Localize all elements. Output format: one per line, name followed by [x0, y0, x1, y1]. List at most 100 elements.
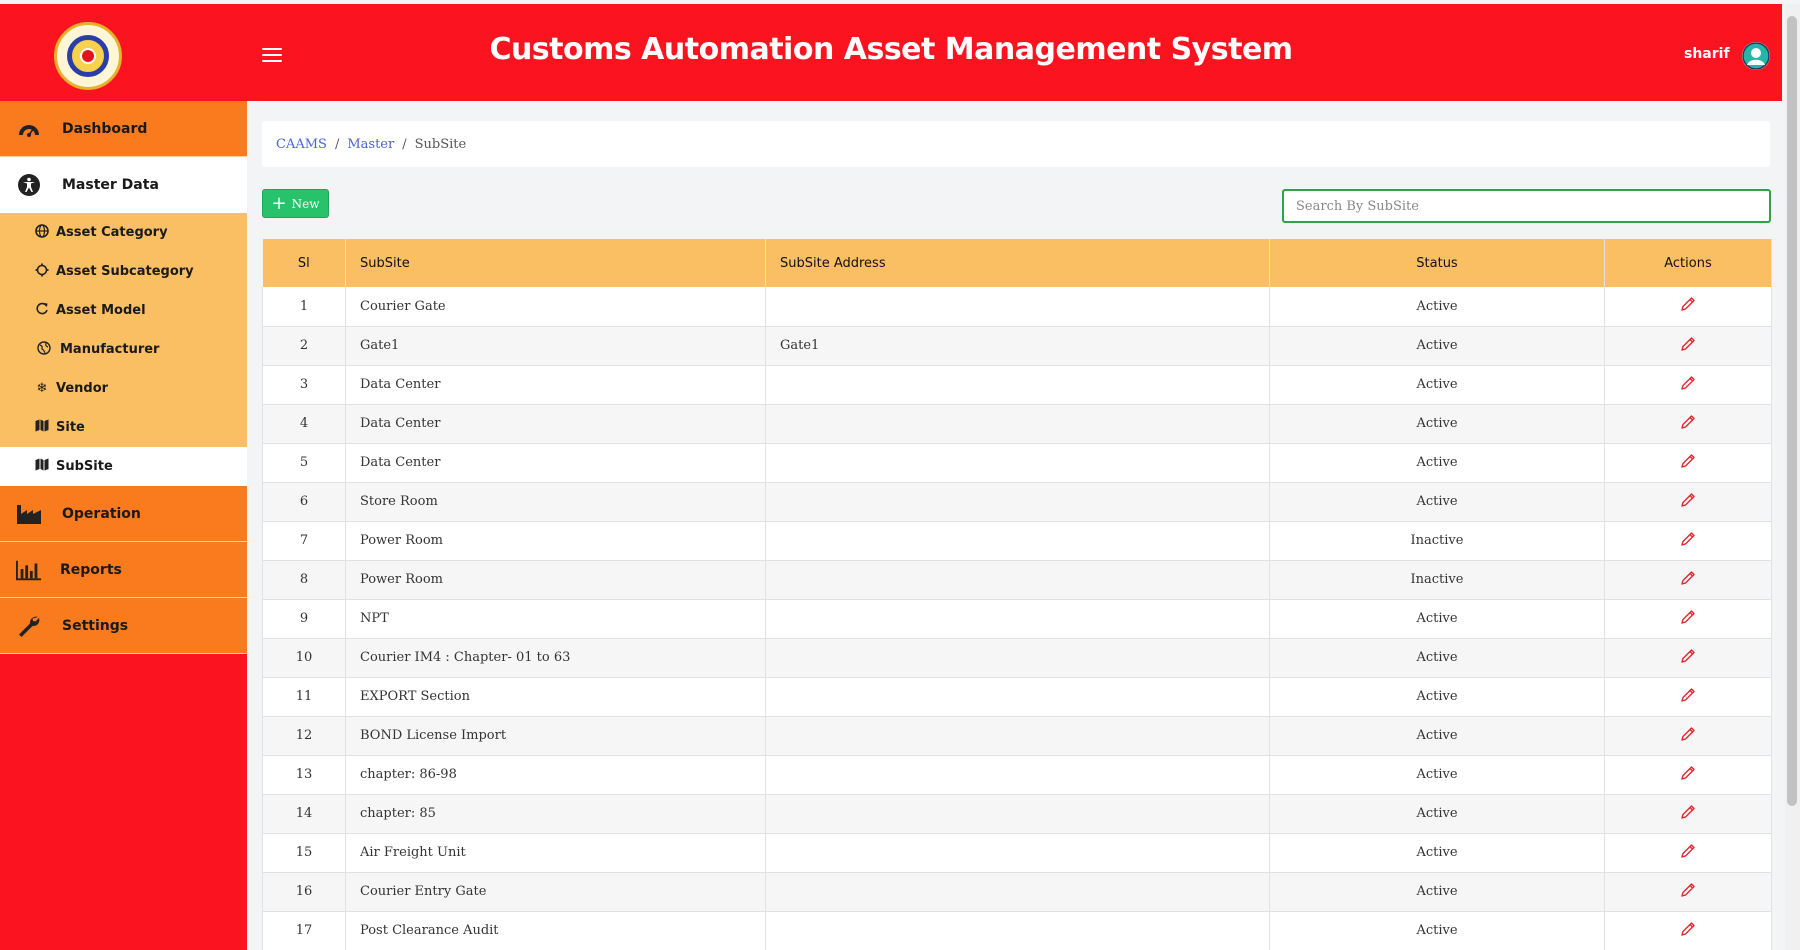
- cell-subsite: Power Room: [345, 521, 766, 561]
- cell-sl: 8: [262, 560, 346, 600]
- cell-status: Active: [1269, 287, 1605, 327]
- breadcrumb-link-caams[interactable]: CAAMS: [276, 137, 327, 152]
- edit-pencil-icon[interactable]: [1680, 804, 1696, 824]
- table-row: 5 Data Center Active: [262, 443, 1772, 483]
- column-header-status[interactable]: Status: [1269, 239, 1605, 287]
- cell-sl: 12: [262, 716, 346, 756]
- cell-address: [765, 638, 1270, 678]
- edit-pencil-icon[interactable]: [1680, 336, 1696, 356]
- user-name[interactable]: sharif: [1684, 46, 1730, 62]
- cell-actions: [1604, 560, 1772, 600]
- cell-sl: 5: [262, 443, 346, 483]
- edit-pencil-icon[interactable]: [1680, 531, 1696, 551]
- cell-actions: [1604, 794, 1772, 834]
- map-icon: [34, 458, 50, 475]
- snowflake-icon: ❄: [36, 381, 48, 396]
- table-row: 10 Courier IM4 : Chapter- 01 to 63 Active: [262, 638, 1772, 678]
- column-header-address[interactable]: SubSite Address: [765, 239, 1270, 287]
- sidebar-item-operation[interactable]: Operation: [0, 486, 247, 542]
- sidebar-item-asset-category[interactable]: Asset Category: [0, 213, 247, 252]
- cell-address: [765, 599, 1270, 639]
- breadcrumb-separator: /: [334, 136, 340, 152]
- edit-pencil-icon[interactable]: [1680, 296, 1696, 316]
- edit-pencil-icon[interactable]: [1680, 570, 1696, 590]
- table-row: 15 Air Freight Unit Active: [262, 833, 1772, 873]
- table-row: 8 Power Room Inactive: [262, 560, 1772, 600]
- sidebar-item-label: Asset Model: [56, 303, 146, 318]
- cell-subsite: BOND License Import: [345, 716, 766, 756]
- sidebar-item-site[interactable]: Site: [0, 408, 247, 447]
- cell-actions: [1604, 677, 1772, 717]
- cell-address: [765, 794, 1270, 834]
- sidebar-item-dashboard[interactable]: Dashboard: [0, 101, 247, 157]
- edit-pencil-icon[interactable]: [1680, 921, 1696, 941]
- sidebar-item-label: Master Data: [62, 177, 159, 193]
- edit-pencil-icon[interactable]: [1680, 765, 1696, 785]
- cell-sl: 17: [262, 911, 346, 950]
- new-subsite-button[interactable]: + New: [262, 189, 329, 218]
- cell-status: Inactive: [1269, 521, 1605, 561]
- sidebar-item-asset-model[interactable]: Asset Model: [0, 291, 247, 330]
- breadcrumb-current: SubSite: [414, 136, 467, 152]
- scrollbar-thumb[interactable]: [1787, 16, 1797, 806]
- cell-sl: 3: [262, 365, 346, 405]
- cell-sl: 15: [262, 833, 346, 873]
- edit-pencil-icon[interactable]: [1680, 453, 1696, 473]
- edit-pencil-icon[interactable]: [1680, 843, 1696, 863]
- earth-icon: [36, 340, 52, 359]
- table-row: 11 EXPORT Section Active: [262, 677, 1772, 717]
- edit-pencil-icon[interactable]: [1680, 375, 1696, 395]
- cell-status: Active: [1269, 599, 1605, 639]
- gear-icon: [34, 263, 50, 281]
- table-row: 6 Store Room Active: [262, 482, 1772, 522]
- cell-sl: 1: [262, 287, 346, 327]
- sidebar-item-label: Vendor: [56, 381, 109, 396]
- sidebar-item-reports[interactable]: Reports: [0, 542, 247, 598]
- cell-address: Gate1: [765, 326, 1270, 366]
- cell-address: [765, 521, 1270, 561]
- cell-subsite: EXPORT Section: [345, 677, 766, 717]
- sidebar-item-settings[interactable]: Settings: [0, 598, 247, 654]
- edit-pencil-icon[interactable]: [1680, 648, 1696, 668]
- sidebar-item-label: Reports: [60, 561, 122, 578]
- cell-address: [765, 677, 1270, 717]
- sidebar-item-asset-subcategory[interactable]: Asset Subcategory: [0, 252, 247, 291]
- cell-actions: [1604, 287, 1772, 327]
- sidebar-item-manufacturer[interactable]: Manufacturer: [0, 330, 247, 369]
- cell-actions: [1604, 755, 1772, 795]
- edit-pencil-icon[interactable]: [1680, 726, 1696, 746]
- edit-pencil-icon[interactable]: [1680, 492, 1696, 512]
- edit-pencil-icon[interactable]: [1680, 687, 1696, 707]
- column-header-actions: Actions: [1604, 239, 1772, 287]
- column-header-sl[interactable]: Sl: [262, 239, 346, 287]
- sidebar-item-subsite[interactable]: SubSite: [0, 447, 247, 486]
- table-body: 1 Courier Gate Active 2 Gate1 Gate1 Active 3 Dat…: [262, 287, 1772, 950]
- cell-sl: 2: [262, 326, 346, 366]
- cell-status: Active: [1269, 365, 1605, 405]
- table-row: 2 Gate1 Gate1 Active: [262, 326, 1772, 366]
- cell-actions: [1604, 521, 1772, 561]
- column-header-subsite[interactable]: SubSite: [345, 239, 766, 287]
- cell-address: [765, 716, 1270, 756]
- cell-status: Active: [1269, 755, 1605, 795]
- cell-subsite: Air Freight Unit: [345, 833, 766, 873]
- cell-actions: [1604, 911, 1772, 950]
- map-icon: [34, 419, 50, 436]
- search-subsite-input[interactable]: [1282, 189, 1771, 223]
- cell-status: Active: [1269, 872, 1605, 912]
- cell-status: Active: [1269, 794, 1605, 834]
- edit-pencil-icon[interactable]: [1680, 609, 1696, 629]
- user-avatar-icon[interactable]: [1742, 42, 1770, 70]
- cell-subsite: Courier Entry Gate: [345, 872, 766, 912]
- sidebar-item-vendor[interactable]: ❄ Vendor: [0, 369, 247, 408]
- cell-address: [765, 560, 1270, 600]
- sidebar-item-label: Manufacturer: [60, 342, 160, 357]
- new-button-label: New: [291, 196, 320, 211]
- sidebar-item-master-data[interactable]: Master Data: [0, 157, 247, 213]
- cell-subsite: Courier IM4 : Chapter- 01 to 63: [345, 638, 766, 678]
- cell-status: Active: [1269, 716, 1605, 756]
- edit-pencil-icon[interactable]: [1680, 414, 1696, 434]
- edit-pencil-icon[interactable]: [1680, 882, 1696, 902]
- breadcrumb-link-master[interactable]: Master: [347, 137, 394, 152]
- page-scrollbar[interactable]: [1785, 4, 1800, 950]
